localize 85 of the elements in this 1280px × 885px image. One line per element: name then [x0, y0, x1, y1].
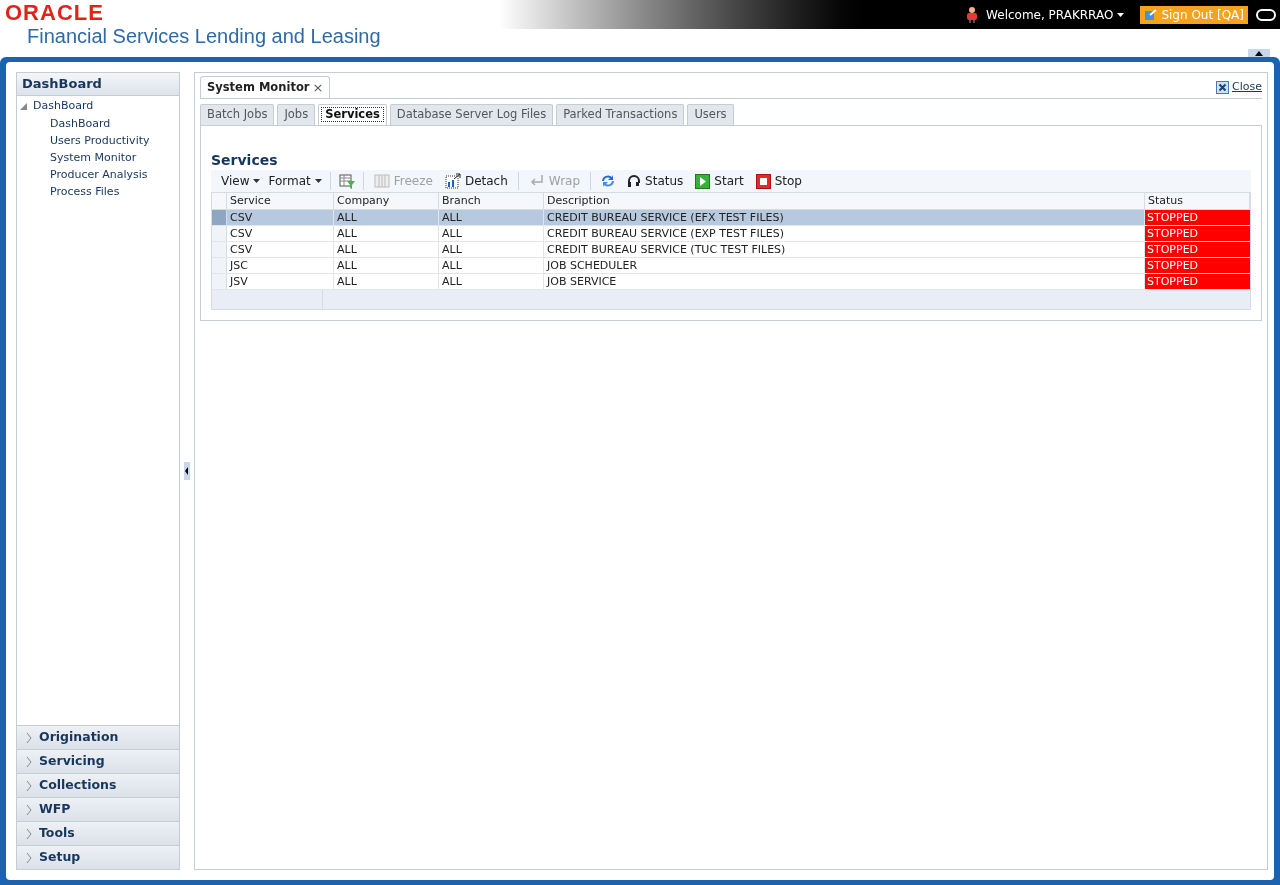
- tree-item[interactable]: Process Files: [17, 183, 179, 200]
- tree-item[interactable]: Producer Analysis: [17, 166, 179, 183]
- play-icon: [695, 173, 711, 189]
- sidebar-section[interactable]: Setup: [17, 845, 179, 869]
- detach-icon: [444, 173, 461, 189]
- tab[interactable]: Services: [318, 104, 387, 125]
- app-title: Financial Services Lending and Leasing: [26, 24, 381, 48]
- table-cell: ALL: [439, 274, 544, 289]
- table-cell: ALL: [334, 210, 439, 225]
- caret-icon: [1117, 12, 1125, 17]
- caret-icon: [314, 179, 322, 183]
- close-glyph[interactable]: ×: [312, 77, 324, 98]
- toolbar-button[interactable]: Status: [621, 172, 690, 190]
- table-cell: ALL: [439, 210, 544, 225]
- toolbar-button[interactable]: Start: [689, 172, 750, 190]
- user-icon: [966, 6, 979, 23]
- headset-icon: [627, 174, 642, 188]
- table-cell: CSV: [227, 242, 334, 257]
- chevron-icon: [26, 780, 32, 791]
- table-cell: CSV: [227, 226, 334, 241]
- column-header[interactable]: Description: [544, 193, 1145, 209]
- table-row[interactable]: CSV ALL ALL CREDIT BUREAU SERVICE (EFX TEST FILES) STOPPED: [212, 210, 1250, 226]
- collapse-icon[interactable]: [184, 462, 190, 480]
- table-cell: ALL: [334, 274, 439, 289]
- menu-button[interactable]: Format: [264, 172, 326, 190]
- column-header[interactable]: Service: [227, 193, 334, 209]
- tab[interactable]: Parked Transactions: [556, 104, 685, 125]
- wrap-icon: [528, 174, 545, 188]
- column-header[interactable]: Status: [1145, 193, 1250, 209]
- table-cell: ALL: [439, 242, 544, 257]
- table-row[interactable]: CSV ALL ALL CREDIT BUREAU SERVICE (TUC TEST FILES) STOPPED: [212, 242, 1250, 258]
- chevron-icon: [26, 756, 32, 767]
- table-row[interactable]: JSC ALL ALL JOB SCHEDULER STOPPED: [212, 258, 1250, 274]
- caret-icon: [253, 179, 261, 183]
- chevron-icon: [26, 732, 32, 743]
- page-tab[interactable]: System Monitor ×: [200, 76, 331, 98]
- chevron-icon: [26, 852, 32, 863]
- row-selector[interactable]: [212, 210, 227, 225]
- table-cell: ALL: [439, 258, 544, 273]
- sign-out-icon: [1144, 8, 1158, 21]
- tab[interactable]: Batch Jobs: [200, 104, 275, 125]
- stop-icon: [755, 173, 771, 189]
- tab[interactable]: Database Server Log Files: [389, 104, 554, 125]
- table-cell: ALL: [439, 226, 544, 241]
- close-link[interactable]: Close: [1216, 79, 1262, 96]
- toolbar-button[interactable]: Detach: [438, 172, 514, 190]
- close-icon: [1216, 80, 1230, 94]
- tab[interactable]: Jobs: [277, 104, 316, 125]
- sidebar-section[interactable]: Origination: [17, 725, 179, 749]
- column-header[interactable]: Branch: [439, 193, 544, 209]
- status-cell: STOPPED: [1145, 258, 1250, 273]
- tree-item[interactable]: Users Productivity: [17, 132, 179, 149]
- menu-button[interactable]: View: [217, 172, 265, 190]
- sidebar-header: DashBoard: [17, 73, 179, 96]
- table-cell: ALL: [334, 258, 439, 273]
- sidebar-section[interactable]: Collections: [17, 773, 179, 797]
- user-menu[interactable]: Welcome, PRAKRRAO: [986, 5, 1125, 24]
- sidebar-section[interactable]: Tools: [17, 821, 179, 845]
- column-header[interactable]: Company: [334, 193, 439, 209]
- status-cell: STOPPED: [1145, 210, 1250, 225]
- table-cell: JSC: [227, 258, 334, 273]
- tree-item[interactable]: DashBoard: [33, 98, 94, 115]
- columns-icon: [373, 174, 390, 188]
- table-cell: JSV: [227, 274, 334, 289]
- toolbar-button[interactable]: Stop: [749, 172, 808, 190]
- sidebar-section[interactable]: Servicing: [17, 749, 179, 773]
- table-cell: ALL: [334, 242, 439, 257]
- table-cell: CSV: [227, 210, 334, 225]
- status-cell: STOPPED: [1145, 226, 1250, 241]
- logo: ORACLE: [5, 2, 105, 24]
- tree-toggle-icon[interactable]: [20, 103, 27, 110]
- section-heading: Services: [211, 151, 279, 170]
- filter-icon[interactable]: [338, 173, 355, 189]
- tree-item[interactable]: System Monitor: [17, 149, 179, 166]
- chevron-icon: [26, 828, 32, 839]
- table-row[interactable]: CSV ALL ALL CREDIT BUREAU SERVICE (EXP TEST FILES) STOPPED: [212, 226, 1250, 242]
- tree-item[interactable]: DashBoard: [17, 115, 179, 132]
- status-cell: STOPPED: [1145, 274, 1250, 289]
- table-cell: ALL: [334, 226, 439, 241]
- table-row[interactable]: JSV ALL ALL JOB SERVICE STOPPED: [212, 274, 1250, 290]
- oracle-ring-icon: [1256, 8, 1276, 21]
- chevron-icon: [26, 804, 32, 815]
- sidebar-section[interactable]: WFP: [17, 797, 179, 821]
- status-cell: STOPPED: [1145, 242, 1250, 257]
- tab[interactable]: Users: [687, 104, 734, 125]
